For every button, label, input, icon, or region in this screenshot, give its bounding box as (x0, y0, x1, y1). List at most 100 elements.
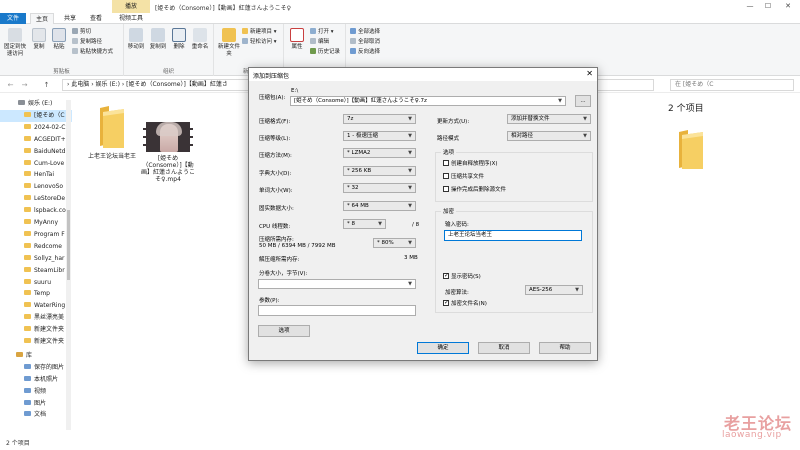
shared-checkbox[interactable]: 压缩共享文件 (443, 173, 484, 181)
nav-item[interactable]: MyAnny (0, 217, 72, 229)
tab-share[interactable]: 共享 (58, 13, 82, 24)
nav-item-label: Redcome (34, 242, 62, 250)
nav-item[interactable]: BaiduNetd (0, 146, 72, 158)
pin-quick-access-button[interactable]: 固定到快速访问 (2, 28, 28, 58)
nav-scrollbar-thumb[interactable] (67, 210, 70, 280)
show-password-checkbox[interactable]: 显示密码(S) (443, 272, 481, 281)
browse-button[interactable]: ... (575, 95, 591, 107)
invert-selection-icon (350, 48, 356, 54)
nav-item[interactable]: 保存的图片 (0, 362, 72, 374)
nav-item-label: 新建文件夹 (34, 338, 65, 345)
maximize-button[interactable]: ☐ (762, 2, 774, 11)
tab-video-tools[interactable]: 视频工具 (113, 13, 149, 24)
nav-item[interactable]: SteamLibr (0, 265, 72, 277)
rename-button[interactable]: 重命名 (190, 28, 210, 51)
delete-after-checkbox[interactable]: 操作完成后删除源文件 (443, 186, 506, 194)
easy-access-button[interactable]: 轻松访问 ▾ (242, 38, 277, 47)
nav-item[interactable]: 视频 (0, 386, 72, 398)
nav-item[interactable]: Program F (0, 229, 72, 241)
method-select[interactable]: * LZMA2 ▼ (343, 148, 416, 158)
mem-pct-select[interactable]: * 80% ▼ (373, 238, 416, 248)
dict-select[interactable]: * 256 KB ▼ (343, 166, 416, 176)
select-all-button[interactable]: 全部选择 (350, 28, 380, 37)
delete-button[interactable]: 删除 (170, 28, 188, 51)
path-select[interactable]: 相对路径 ▼ (507, 131, 591, 141)
solid-select[interactable]: * 64 MB ▼ (343, 201, 416, 211)
forward-button[interactable]: → (20, 80, 29, 90)
nav-item[interactable]: 新建文件夹 (0, 336, 72, 348)
format-select[interactable]: 7z ▼ (343, 114, 416, 124)
history-button[interactable]: 历史记录 (310, 48, 340, 57)
nav-item[interactable]: suuru (0, 277, 72, 289)
nav-item[interactable]: 库 (0, 350, 72, 362)
cancel-button[interactable]: 取消 (478, 342, 530, 354)
mem-label: 压缩所需内存: (259, 237, 294, 243)
split-combo[interactable]: ▼ (258, 279, 416, 289)
word-select[interactable]: * 32 ▼ (343, 183, 416, 193)
tab-view[interactable]: 查看 (84, 13, 108, 24)
paste-shortcut-button[interactable]: 粘贴快捷方式 (72, 48, 113, 57)
copy-button[interactable]: 复制 (30, 28, 48, 51)
manage-tab[interactable]: 播放 (112, 0, 150, 13)
archive-name-combo[interactable]: [姫そめ（Consome）]【動画】紅蓮さんようこそ♀.7z ▼ (290, 96, 566, 106)
open-button[interactable]: 打开 ▾ (310, 28, 334, 37)
nav-item[interactable]: lspback.co (0, 205, 72, 217)
ok-button[interactable]: 确定 (417, 342, 469, 354)
close-window-button[interactable]: ✕ (782, 2, 794, 11)
nav-item[interactable]: 黑丝漂亮美 (0, 312, 72, 324)
threads-max: / 8 (412, 222, 420, 228)
invert-selection-button[interactable]: 反向选择 (350, 48, 380, 57)
threads-select[interactable]: * 8 ▼ (343, 219, 386, 229)
nav-item[interactable]: WaterRing (0, 300, 72, 312)
sfx-checkbox[interactable]: 创建自释放程序(X) (443, 160, 498, 168)
nav-item[interactable]: Temp (0, 288, 72, 300)
nav-item[interactable]: Redcome (0, 241, 72, 253)
minimize-button[interactable]: — (744, 2, 756, 11)
nav-item[interactable]: 文档 (0, 409, 72, 421)
nav-item[interactable]: 新建文件夹 (0, 324, 72, 336)
dialog-close-button[interactable]: ✕ (586, 69, 593, 78)
select-none-button[interactable]: 全部取消 (350, 38, 380, 47)
search-input[interactable]: 在 [姫そめ（C (670, 79, 794, 91)
properties-button[interactable]: 属性 (288, 28, 306, 51)
encrypt-names-checkbox[interactable]: 加密文件名(N) (443, 299, 487, 308)
nav-item[interactable]: Sollyz_har (0, 253, 72, 265)
library-folder-icon (24, 387, 31, 393)
nav-item[interactable]: 2024-02-C (0, 122, 72, 134)
level-select[interactable]: 1 - 极速压缩 ▼ (343, 131, 416, 141)
back-button[interactable]: ← (6, 80, 15, 90)
nav-item[interactable]: 图片 (0, 398, 72, 410)
tab-home[interactable]: 主页 (30, 13, 54, 24)
nav-item[interactable]: LenovoSo (0, 181, 72, 193)
help-button[interactable]: 帮助 (539, 342, 591, 354)
nav-item[interactable]: LeStoreDe (0, 193, 72, 205)
video-file-item[interactable]: [姫そめ（Consome）]【動画】紅蓮さんようこそ♀.mp4 (140, 122, 196, 183)
nav-item[interactable]: Cum-Love (0, 158, 72, 170)
delete-icon (172, 28, 186, 42)
new-item-button[interactable]: 新建项目 ▾ (242, 28, 277, 37)
nav-item-label: 本机照片 (34, 375, 59, 383)
copy-path-button[interactable]: 复制路径 (72, 38, 102, 47)
copy-to-button[interactable]: 复制到 (148, 28, 168, 51)
folder-item[interactable]: 上老王论坛当老王 (86, 104, 138, 160)
params-input[interactable] (258, 305, 416, 316)
paste-button[interactable]: 粘贴 (50, 28, 68, 51)
tab-file[interactable]: 文件 (0, 13, 26, 24)
nav-item[interactable]: ACGEDIT+ (0, 134, 72, 146)
update-select[interactable]: 添加并替换文件 ▼ (507, 114, 591, 124)
nav-item[interactable]: HenTai (0, 169, 72, 181)
options-button[interactable]: 选项 (258, 325, 310, 337)
up-button[interactable]: ↑ (42, 80, 51, 90)
nav-item[interactable]: 本机照片 (0, 374, 72, 386)
edit-button[interactable]: 编辑 (310, 38, 329, 47)
password-input[interactable]: 上老王论坛当老王 (444, 230, 582, 241)
nav-item-label: 黑丝漂亮美 (34, 314, 65, 322)
dict-label: 字典大小(D): (259, 171, 292, 177)
cut-button[interactable]: 剪切 (72, 28, 91, 37)
enc-method-select[interactable]: AES-256 ▼ (525, 285, 583, 295)
new-folder-button[interactable]: 新建文件夹 (218, 28, 240, 58)
move-to-button[interactable]: 移动到 (126, 28, 146, 51)
chevron-down-icon: ▼ (408, 116, 412, 122)
nav-item[interactable]: 娱乐 (E:) (0, 98, 72, 110)
nav-item[interactable]: [姫そめ（C (0, 109, 72, 122)
